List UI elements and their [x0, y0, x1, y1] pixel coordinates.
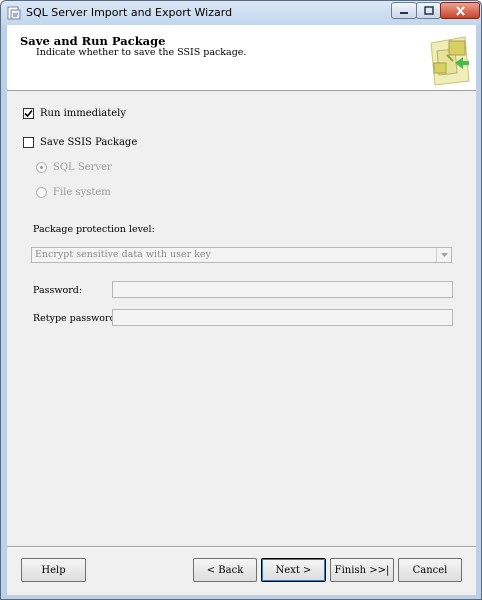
cancel-button[interactable]: Cancel: [398, 558, 462, 582]
file-system-radio[interactable]: [36, 187, 47, 198]
save-package-checkbox-row[interactable]: Save SSIS Package: [23, 137, 137, 148]
save-package-label: Save SSIS Package: [40, 137, 138, 148]
sql-server-label: SQL Server: [53, 162, 112, 173]
dropdown-arrow-button[interactable]: [436, 248, 451, 262]
finish-button[interactable]: Finish >>|: [330, 558, 394, 582]
file-system-radio-row[interactable]: File system: [36, 187, 111, 198]
retype-password-label: Retype password:: [33, 313, 119, 324]
wizard-window: SQL Server Import and Export Wizard Save…: [0, 0, 482, 600]
wizard-header: Save and Run Package Indicate whether to…: [7, 25, 476, 91]
sql-server-radio[interactable]: [36, 162, 47, 173]
title-bar[interactable]: SQL Server Import and Export Wizard: [1, 1, 481, 25]
wizard-graphic-icon: [425, 33, 471, 87]
page-subtitle: Indicate whether to save the SSIS packag…: [36, 47, 247, 58]
password-field[interactable]: [112, 281, 453, 298]
minimize-icon: [400, 11, 408, 14]
wizard-client-area: Save and Run Package Indicate whether to…: [7, 25, 476, 595]
file-system-label: File system: [53, 187, 111, 198]
sql-server-radio-row[interactable]: SQL Server: [36, 162, 112, 173]
protection-level-label: Package protection level:: [33, 224, 155, 235]
footer-divider: [7, 546, 476, 547]
run-immediately-checkbox-row[interactable]: Run immediately: [23, 108, 126, 119]
page-title: Save and Run Package: [20, 34, 166, 48]
run-immediately-checkbox[interactable]: [23, 108, 34, 119]
wizard-app-icon: [7, 6, 21, 20]
minimize-button[interactable]: [391, 2, 417, 19]
next-button[interactable]: Next >: [261, 558, 326, 582]
close-button[interactable]: [440, 2, 480, 19]
maximize-button[interactable]: [416, 2, 441, 19]
protection-level-value: Encrypt sensitive data with user key: [35, 249, 211, 260]
checkmark-icon: [24, 109, 33, 118]
password-label: Password:: [33, 285, 83, 296]
retype-password-field[interactable]: [112, 309, 453, 326]
back-button[interactable]: < Back: [193, 558, 257, 582]
chevron-down-icon: [440, 253, 448, 257]
save-package-checkbox[interactable]: [23, 137, 34, 148]
protection-level-select[interactable]: Encrypt sensitive data with user key: [31, 247, 452, 263]
close-icon: [455, 5, 465, 16]
window-title: SQL Server Import and Export Wizard: [26, 6, 233, 19]
maximize-icon: [423, 6, 434, 15]
help-button[interactable]: Help: [21, 558, 86, 582]
run-immediately-label: Run immediately: [40, 108, 127, 119]
